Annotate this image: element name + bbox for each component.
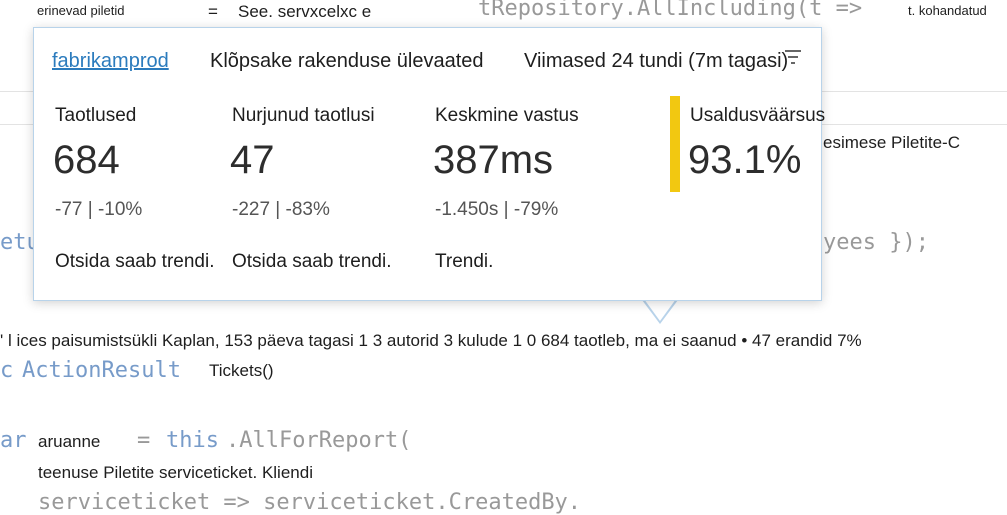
requests-delta: -77 | -10% [55,199,143,220]
popup-title: Klõpsake rakenduse ülevaated [210,50,484,72]
app-insights-popup: fabrikamprod Klõpsake rakenduse ülevaate… [33,27,826,301]
var-name: aruanne [38,432,101,451]
reliability-label: Usaldusväärsus [690,105,826,126]
avg-response-delta: -1.450s | -79% [435,199,559,220]
reliability-value: 93.1% [688,138,802,182]
requests-trend-link[interactable]: Otsida saab trendi. [55,251,214,273]
bottom-code-line: serviceticket => serviceticket.CreatedBy… [38,490,582,515]
top-right-hint: t. kohandatud [908,3,987,18]
var-prefix: ar [0,428,27,453]
avg-response-trend-link[interactable]: Trendi. [435,251,493,273]
codelens-line[interactable]: ' l ices paisumistsükli Kaplan, 153 päev… [0,331,862,351]
top-code-line: tRepository.AllIncluding(t => [478,0,863,21]
popup-pointer-fill [644,299,676,321]
failed-requests-value: 47 [230,138,275,182]
avg-response-label: Keskmine vastus [435,105,579,126]
this-keyword: this [166,428,219,453]
requests-value: 684 [53,138,120,182]
top-equals: = [208,2,218,21]
failed-requests-delta: -227 | -83% [232,199,330,220]
action-name: Tickets() [209,361,274,380]
action-prefix: c [0,358,14,383]
all-for-report-call: .AllForReport( [226,428,412,453]
code-fragment-right: yees }); [823,230,929,255]
top-left-hint: erinevad piletid [37,3,125,18]
assign-operator: = [137,428,151,453]
top-mid-hint: See. servxcelxc e [238,2,372,21]
reliability-indicator-bar [670,96,680,192]
right-hint: esimese Piletite-C [823,133,960,152]
requests-label: Taotlused [55,105,137,126]
action-keyword: ActionResult [22,358,181,383]
filter-icon[interactable] [784,48,802,66]
avg-response-value: 387ms [433,138,554,182]
app-name-link[interactable]: fabrikamprod [52,50,169,73]
failed-requests-trend-link[interactable]: Otsida saab trendi. [232,251,391,273]
service-line: teenuse Piletite serviceticket. Kliendi [38,463,313,482]
failed-requests-label: Nurjunud taotlusi [232,105,375,126]
time-range[interactable]: Viimased 24 tundi (7m tagasi) [524,50,788,73]
